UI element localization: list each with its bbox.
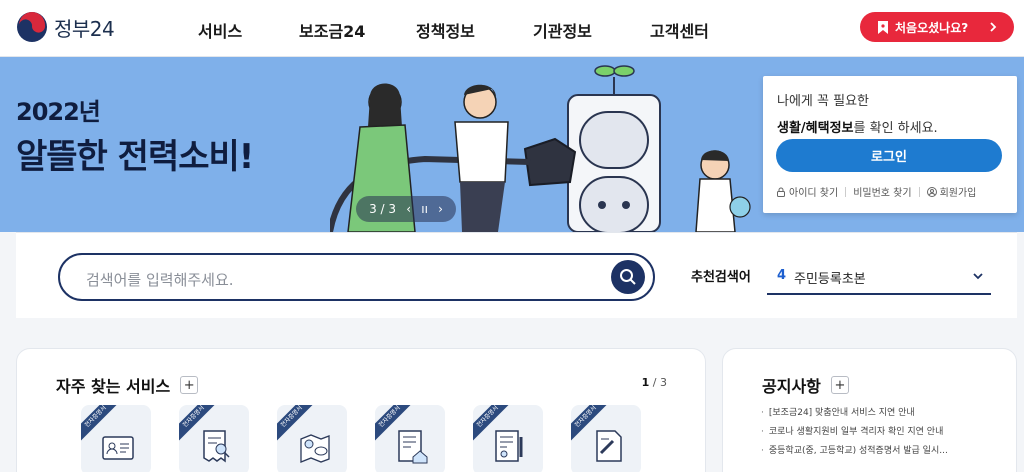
login-links: 아이디 찾기 비밀번호 찾기 회원가입 xyxy=(776,184,1006,199)
notice-title-text: 공지사항 xyxy=(762,377,821,396)
recommend-term: 주민등록초본 xyxy=(794,272,866,287)
search-input[interactable]: 검색어를 입력해주세요. xyxy=(58,253,655,301)
nav-item-support[interactable]: 고객센터 xyxy=(650,18,709,42)
login-button[interactable]: 로그인 xyxy=(776,139,1002,172)
find-id-link[interactable]: 아이디 찾기 xyxy=(776,184,838,199)
service-tile[interactable]: 전자증명서 xyxy=(473,405,543,472)
nav-item-subsidy[interactable]: 보조금24 xyxy=(299,18,416,42)
notice-list: [보조금24] 맞춤안내 서비스 지연 안내 코로나 생활지원비 일부 격리자 … xyxy=(761,405,1011,462)
notice-item[interactable]: 코로나 생활지원비 일부 격리자 확인 지연 안내 xyxy=(761,424,1011,443)
chevron-right-icon xyxy=(990,22,997,32)
search-button[interactable] xyxy=(611,260,645,294)
next-slide-icon[interactable]: › xyxy=(438,202,443,216)
notice-item[interactable]: [보조금24] 맞춤안내 서비스 지연 안내 xyxy=(761,405,1011,424)
signup-link[interactable]: 회원가입 xyxy=(926,184,977,199)
banner-year: 2022년 xyxy=(16,98,101,126)
logo-text: 정부24 xyxy=(54,16,115,41)
service-tile[interactable]: 전자증명서 xyxy=(375,405,445,472)
chevron-down-icon xyxy=(973,273,983,280)
service-tiles: 전자증명서 전자증명서 전자증명서 전자증명서 전자증명서 전자증명서 xyxy=(81,405,669,472)
nav-item-agency[interactable]: 기관정보 xyxy=(533,18,650,42)
find-id-label: 아이디 찾기 xyxy=(789,188,839,199)
services-title-text: 자주 찾는 서비스 xyxy=(56,377,171,396)
document-search-icon xyxy=(203,430,230,463)
lock-icon xyxy=(777,187,785,197)
location-chat-icon xyxy=(300,434,330,463)
pager-total: / 3 xyxy=(652,376,667,389)
service-tile[interactable]: 전자증명서 xyxy=(571,405,641,472)
signup-label: 회원가입 xyxy=(939,188,977,199)
bookmark-icon xyxy=(878,20,888,34)
frequent-services-card: 자주 찾는 서비스 + 1 / 3 전자증명서 전자증명서 전자증명서 전자증명… xyxy=(16,348,706,472)
search-icon xyxy=(620,269,636,285)
service-tile[interactable]: 전자증명서 xyxy=(277,405,347,472)
banner-title: 알뜰한 전력소비! xyxy=(16,137,254,177)
notice-card: 공지사항 + [보조금24] 맞춤안내 서비스 지연 안내 코로나 생활지원비 … xyxy=(722,348,1017,472)
login-message-rest: 를 확인 하세요. xyxy=(853,121,938,136)
first-visit-button[interactable]: 처음오셨나요? xyxy=(860,12,1014,42)
main-nav: 서비스 보조금24 정책정보 기관정보 고객센터 xyxy=(198,18,709,42)
service-tile[interactable]: 전자증명서 xyxy=(179,405,249,472)
pager-current: 1 xyxy=(641,376,650,389)
login-message-bold: 생활/혜택정보 xyxy=(777,121,854,136)
nav-item-services[interactable]: 서비스 xyxy=(198,18,299,42)
login-panel: 나에게 꼭 필요한 생활/혜택정보를 확인 하세요. 로그인 아이디 찾기 비밀… xyxy=(763,76,1017,213)
login-message-line2: 생활/혜택정보를 확인 하세요. xyxy=(777,117,1003,136)
id-card-icon xyxy=(102,436,134,460)
slide-indicator: 3 / 3 xyxy=(369,202,397,216)
pause-icon[interactable]: ıı xyxy=(421,202,428,216)
certificate-pen-icon xyxy=(495,430,523,462)
user-icon xyxy=(926,186,937,197)
login-message-line1: 나에게 꼭 필요한 xyxy=(777,94,869,109)
site-header: 정부24 서비스 보조금24 정책정보 기관정보 고객센터 처음오셨나요? xyxy=(0,0,1024,57)
slider-control: 3 / 3 ‹ ıı › xyxy=(356,196,456,222)
search-placeholder: 검색어를 입력해주세요. xyxy=(86,271,234,289)
services-title: 자주 찾는 서비스 + xyxy=(56,373,199,397)
notice-title: 공지사항 + xyxy=(762,373,849,397)
link-divider xyxy=(845,186,847,197)
medical-document-icon xyxy=(596,430,622,462)
search-section: 검색어를 입력해주세요. 추천검색어 4 주민등록초본 xyxy=(16,232,1017,318)
notice-more-button[interactable]: + xyxy=(830,376,849,394)
link-divider xyxy=(918,186,920,197)
document-home-icon xyxy=(398,430,428,464)
recommend-dropdown[interactable]: 4 주민등록초본 xyxy=(767,257,991,295)
service-tile[interactable]: 전자증명서 xyxy=(81,405,151,472)
first-visit-label: 처음오셨나요? xyxy=(895,20,969,35)
services-more-button[interactable]: + xyxy=(180,376,199,394)
nav-item-policy[interactable]: 정책정보 xyxy=(416,18,533,42)
recommend-rank: 4 xyxy=(777,268,787,283)
taegeuk-logo-icon xyxy=(17,12,47,42)
recommend-label: 추천검색어 xyxy=(691,270,751,285)
services-pager: 1 / 3 xyxy=(642,376,667,389)
site-logo[interactable]: 정부24 xyxy=(16,11,115,43)
notice-item[interactable]: 중등학교(중, 고등학교) 성적증명서 발급 일시... xyxy=(761,443,1011,462)
prev-slide-icon[interactable]: ‹ xyxy=(406,202,411,216)
find-password-label: 비밀번호 찾기 xyxy=(853,188,912,199)
find-password-link[interactable]: 비밀번호 찾기 xyxy=(853,184,911,199)
